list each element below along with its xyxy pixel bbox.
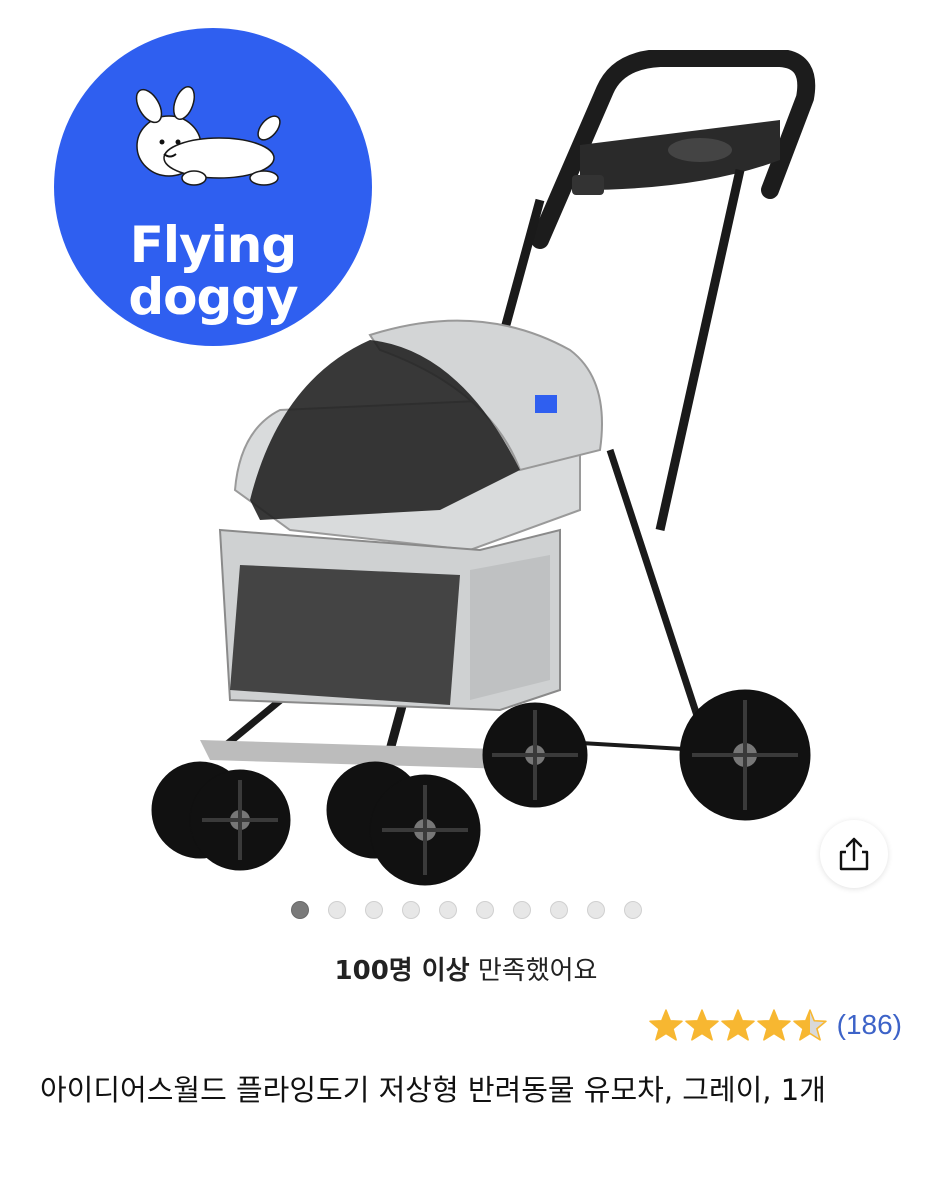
carousel-dot[interactable] [290, 901, 309, 919]
satisfaction-count: 100명 이상 [334, 956, 470, 986]
carousel-indicators[interactable] [0, 901, 932, 921]
pet-stroller-image [151, 50, 816, 886]
product-image-carousel[interactable]: Flying doggy [0, 0, 932, 895]
star-icon [720, 1009, 755, 1041]
product-title: 아이디어스월드 플라잉도기 저상형 반려동물 유모차, 그레이, 1개 [40, 1073, 826, 1107]
carousel-dot[interactable] [364, 901, 383, 919]
share-icon [839, 837, 869, 871]
star-icon [684, 1009, 719, 1041]
satisfaction-text: 100명 이상 만족했어요 [0, 950, 932, 987]
rating-summary[interactable]: (186) [648, 1008, 902, 1042]
carousel-dot[interactable] [549, 901, 568, 919]
satisfaction-label: 만족했어요 [469, 956, 598, 986]
carousel-dot[interactable] [438, 901, 457, 919]
carousel-dot[interactable] [623, 901, 642, 919]
carousel-dot[interactable] [401, 901, 420, 919]
review-count-link[interactable]: (186) [837, 1009, 902, 1041]
star-rating [648, 1008, 827, 1042]
star-icon [756, 1009, 791, 1041]
star-icon [648, 1009, 683, 1041]
carousel-dot[interactable] [327, 901, 346, 919]
carousel-dot[interactable] [475, 901, 494, 919]
carousel-dot[interactable] [512, 901, 531, 919]
share-button[interactable] [820, 820, 888, 888]
carousel-dot[interactable] [586, 901, 605, 919]
star-icon [792, 1009, 827, 1041]
